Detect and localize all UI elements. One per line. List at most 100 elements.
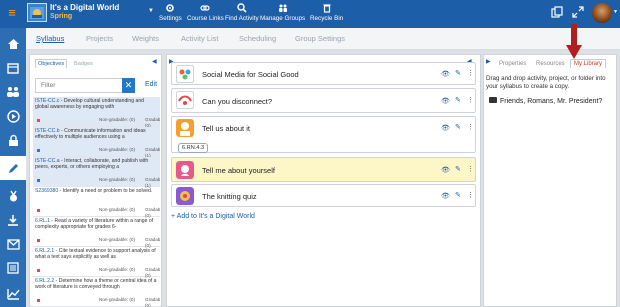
pencil-icon [8, 163, 18, 173]
medal-icon [9, 190, 17, 201]
chevron-down-icon[interactable]: ▼ [613, 9, 618, 15]
sidebar-item-video[interactable] [5, 108, 21, 124]
tab-my-library[interactable]: My Library [570, 59, 607, 68]
library-folder[interactable]: Friends, Romans, Mr. President? [489, 97, 602, 105]
sidebar-item-calendar[interactable] [5, 60, 21, 76]
non-gradable-count: Non-gradable: (0) [99, 207, 136, 212]
find-activity-label: Find Activity [225, 15, 259, 22]
collapse-left-icon[interactable]: ◀ [152, 58, 157, 65]
avatar[interactable] [592, 3, 612, 23]
more-icon[interactable]: ⋮ [467, 123, 474, 131]
sidebar-item-syllabus[interactable] [0, 156, 26, 180]
activity-card[interactable]: The knitting quiz 👁 ✎ ⋮ [171, 184, 476, 207]
add-link-label: Add to It's a Digital World [176, 213, 255, 220]
tab-syllabus[interactable]: Syllabus [36, 34, 64, 43]
chevron-down-icon[interactable]: ▼ [148, 8, 154, 14]
tab-resources[interactable]: Resources [536, 61, 565, 67]
plus-icon: + [171, 213, 176, 220]
more-icon[interactable]: ⋮ [467, 96, 474, 104]
tab-weights[interactable]: Weights [132, 34, 159, 43]
recycle-bin-button[interactable]: Recycle Bin [310, 3, 343, 25]
tab-properties[interactable]: Properties [499, 61, 526, 67]
list-item[interactable]: ISTE-CC.a - Interact, collaborate, and p… [33, 157, 160, 188]
status-marker [37, 299, 40, 302]
add-to-course-link[interactable]: + Add to It's a Digital World [171, 213, 255, 220]
non-gradable-count: Non-gradable: (0) [99, 177, 136, 182]
manage-groups-button[interactable]: Manage Groups [260, 3, 305, 25]
activity-title: Tell us about it [202, 124, 250, 133]
objectives-list: ISTE-CC.c - Develop cultural understandi… [33, 97, 160, 307]
sidebar-item-people[interactable] [5, 84, 21, 100]
activity-card-selected[interactable]: Tell me about yourself 👁 ✎ ⋮ [171, 157, 476, 182]
tab-group-settings[interactable]: Group Settings [295, 34, 345, 43]
list-item[interactable]: S2369380 - Identify a need or problem to… [33, 187, 160, 218]
list-item[interactable]: 6.RL.1 - Read a variety of literature wi… [33, 217, 160, 248]
expand-icon[interactable] [572, 6, 584, 18]
activity-card[interactable]: Tell us about it 6.RN.4.3 👁 ✎ ⋮ [171, 116, 476, 153]
eye-icon[interactable]: 👁 [441, 166, 450, 174]
sidebar-item-download[interactable] [5, 212, 21, 228]
activity-title: Tell me about yourself [202, 166, 275, 175]
menu-icon[interactable]: ≡ [5, 6, 19, 20]
objective-text: - Determine how a theme or central idea … [35, 278, 157, 291]
sidebar-item-mail[interactable] [5, 236, 21, 252]
eye-icon[interactable]: 👁 [441, 124, 450, 132]
filter-input[interactable] [35, 78, 131, 93]
eye-icon[interactable]: 👁 [441, 70, 450, 78]
status-marker [37, 239, 40, 242]
eye-icon[interactable]: 👁 [441, 97, 450, 105]
more-icon[interactable]: ⋮ [467, 165, 474, 173]
library-panel [483, 54, 617, 307]
objective-code: ISTE-CC.a [35, 158, 60, 164]
non-gradable-count: Non-gradable: (0) [99, 297, 136, 302]
pencil-icon[interactable]: ✎ [455, 96, 461, 104]
settings-button[interactable]: Settings [159, 3, 182, 25]
top-bar: ≡ It's a Digital World Spring ▼ Settings… [0, 0, 620, 28]
pencil-icon[interactable]: ✎ [455, 165, 461, 173]
pencil-icon[interactable]: ✎ [455, 69, 461, 77]
sidebar-item-lock[interactable] [5, 132, 21, 148]
list-icon [7, 262, 19, 274]
copy-icon[interactable] [551, 6, 563, 18]
tab-scheduling[interactable]: Scheduling [239, 34, 276, 43]
course-switcher[interactable]: It's a Digital World Spring [50, 3, 119, 21]
settings-label: Settings [159, 15, 182, 22]
tab-badges[interactable]: Badges [74, 61, 93, 67]
more-icon[interactable]: ⋮ [467, 69, 474, 77]
list-item[interactable]: ISTE-CC.c - Develop cultural understandi… [33, 97, 160, 128]
sidebar-item-home[interactable] [5, 36, 21, 52]
people-icon [7, 87, 19, 97]
non-gradable-count: Non-gradable: (0) [99, 237, 136, 242]
list-item[interactable]: 6.RL.2.2 - Determine how a theme or cent… [33, 277, 160, 307]
course-title: It's a Digital World [50, 3, 120, 12]
list-item[interactable]: 6.RL.2.1 - Cite textual evidence to supp… [33, 247, 160, 278]
course-links-button[interactable]: Course Links [187, 3, 224, 25]
activity-card[interactable]: Can you disconnect? 👁 ✎ ⋮ [171, 88, 476, 113]
eye-icon[interactable]: 👁 [441, 192, 450, 200]
sidebar-item-analytics[interactable] [5, 286, 21, 302]
list-item[interactable]: ISTE-CC.b - Communicate information and … [33, 127, 160, 158]
activity-thumbnail [176, 187, 194, 205]
tab-projects[interactable]: Projects [86, 34, 113, 43]
collapse-right-icon[interactable]: ▶ [486, 58, 491, 65]
sidebar-item-list[interactable] [5, 260, 21, 276]
more-icon[interactable]: ⋮ [467, 191, 474, 199]
sidebar-item-awards[interactable] [5, 188, 21, 204]
activity-title: The knitting quiz [202, 192, 257, 201]
find-activity-button[interactable]: Find Activity [225, 3, 259, 25]
objective-code: 6.RL.2.1 [35, 248, 55, 254]
activity-card[interactable]: Social Media for Social Good 👁 ✎ ⋮ [171, 62, 476, 85]
standard-tag[interactable]: 6.RN.4.3 [178, 143, 209, 153]
chart-icon [6, 289, 20, 300]
edit-objectives-link[interactable]: Edit [145, 81, 157, 88]
groups-icon [278, 4, 287, 12]
tab-objectives[interactable]: Objectives [35, 59, 68, 68]
clear-filter-button[interactable]: ✕ [122, 78, 135, 93]
objective-text: - Read a variety of literature within a … [35, 218, 154, 231]
pencil-icon[interactable]: ✎ [455, 123, 461, 131]
pencil-icon[interactable]: ✎ [455, 191, 461, 199]
play-icon [6, 109, 20, 123]
tab-activity-list[interactable]: Activity List [181, 34, 219, 43]
recycle-bin-icon [323, 4, 331, 13]
objective-code: ISTE-CC.b [35, 128, 60, 134]
